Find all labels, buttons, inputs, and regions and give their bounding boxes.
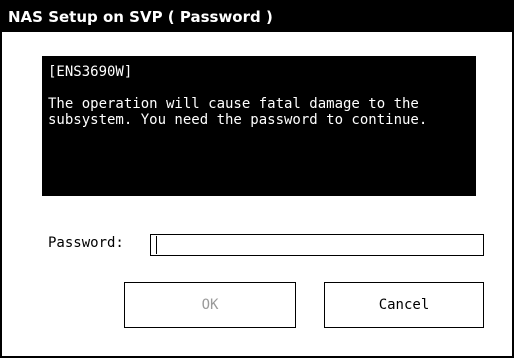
cancel-button[interactable]: Cancel xyxy=(324,282,484,328)
text-caret xyxy=(156,236,157,254)
password-input[interactable] xyxy=(150,234,484,256)
ok-button[interactable]: OK xyxy=(124,282,296,328)
dialog-title: NAS Setup on SVP ( Password ) xyxy=(2,2,512,32)
password-dialog: NAS Setup on SVP ( Password ) [ENS3690W]… xyxy=(0,0,514,358)
message-text: The operation will cause fatal damage to… xyxy=(48,96,428,128)
warning-message-panel: [ENS3690W] The operation will cause fata… xyxy=(42,56,476,196)
password-label: Password: xyxy=(48,235,124,251)
message-code: [ENS3690W] xyxy=(48,64,133,80)
